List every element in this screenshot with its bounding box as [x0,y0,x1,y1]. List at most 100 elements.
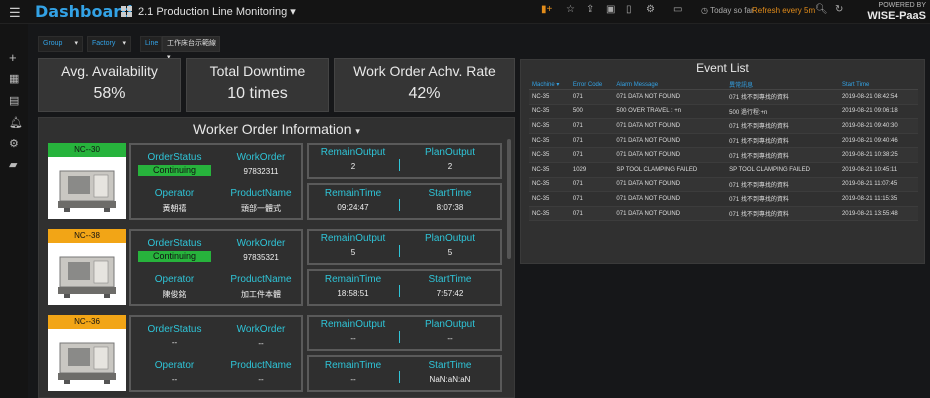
machine-card[interactable]: NC--36 [48,315,126,391]
sort-icon: ▾ [554,82,560,88]
table-cell: 071 [569,133,614,149]
table-row[interactable]: NC-35 071 071 DATA NOT FOUND 071 找不到專找的資料 20… [529,89,918,105]
divider [399,159,400,171]
work-order-value: -- [258,339,264,348]
group-filter[interactable]: Group ▾ [38,36,83,52]
bell-icon[interactable]: 🔔︎ [9,116,23,129]
table-row[interactable]: NC-35 071 071 DATA NOT FOUND 071 找不到專找的資料 20… [529,133,918,149]
divider [399,331,400,343]
start-time-label: StartTime [428,360,472,371]
line-filter-value: 工作床台示範線 [167,40,216,47]
table-cell: 071 DATA NOT FOUND [613,118,727,134]
remain-time-label: RemainTime [324,360,382,371]
table-cell: 2019-08-21 13:55:48 [838,206,918,222]
work-order-panel: Worker Order Information ▾ NC--30 OrderS… [38,117,515,398]
table-row[interactable]: NC-35 071 071 DATA NOT FOUND 071 找不到專找的資料 20… [529,118,918,134]
product-name-value: 頭部一體式 [241,204,281,213]
share-icon[interactable]: ⇪ [586,4,594,15]
time-box: RemainTime 09:24:47 StartTime 8:07:38 [307,183,502,220]
column-header[interactable]: Alarm Message [613,80,727,90]
dashboard-picker[interactable]: 2.1 Production Line Monitoring ▾ [138,5,296,18]
panel-title[interactable]: Worker Order Information ▾ [39,121,514,137]
output-box: RemainOutput 5 PlanOutput 5 [307,229,502,265]
event-list-title: Event List [696,61,749,75]
column-header[interactable]: Start Time [838,80,918,90]
table-cell: 2019-08-21 10:45:11 [838,162,918,178]
divider [399,371,400,383]
table-cell: 071 找不到專找的資料 [726,191,839,207]
table-cell: 1029 [569,162,614,178]
machine-card[interactable]: NC--38 [48,229,126,305]
save-icon[interactable]: ▣ [606,4,615,15]
table-cell: 071 [569,191,614,207]
sidebar: + ▦ ▤ 🔔︎ ⚙ ▰ [0,24,28,398]
scrollbar[interactable] [507,139,511,259]
menu-icon[interactable]: ☰ [9,5,21,21]
table-cell: NC-35 [529,162,570,178]
time-box: RemainTime 18:58:51 StartTime 7:57:42 [307,269,502,306]
add-panel-icon[interactable]: ▮+ [541,4,552,15]
mobile-icon[interactable]: ▯ [626,4,632,15]
apps-icon[interactable]: ▦ [9,72,19,85]
refresh-interval[interactable]: Refresh every 5m [752,6,815,15]
table-row[interactable]: NC-35 500 500 OVER TRAVEL : +n 500 過行程:+n 20… [529,104,918,120]
table-row[interactable]: NC-35 071 071 DATA NOT FOUND 071 找不到專找的資料 20… [529,177,918,193]
brand-name: WISE-PaaS [867,10,926,22]
start-time-label: StartTime [428,274,472,285]
factory-filter[interactable]: Factory ▾ [87,36,131,52]
machine-image [54,335,120,385]
chevron-down-icon: ▾ [74,40,78,47]
output-box: RemainOutput 2 PlanOutput 2 [307,143,502,179]
shield-icon[interactable]: ▰ [9,158,17,171]
table-cell: NC-35 [529,191,570,207]
column-header[interactable]: Error Code [569,80,614,90]
operator-label: Operator [154,188,195,199]
table-row[interactable]: NC-35 071 071 DATA NOT FOUND 071 找不到專找的資料 20… [529,147,918,163]
table-cell: 2019-08-21 11:15:35 [838,191,918,207]
start-time-value: 8:07:38 [436,203,464,212]
table-row[interactable]: NC-35 071 071 DATA NOT FOUND 071 找不到專找的資料 20… [529,191,918,207]
kpi-achievement-rate: Work Order Achv. Rate 42% [334,58,515,112]
table-row[interactable]: NC-35 071 071 DATA NOT FOUND 071 找不到專找的資料 20… [529,206,918,222]
product-name-label: ProductName [230,274,292,285]
event-table: Machine ▾ Error Code Alarm Message 異常訊息 Star… [529,80,918,222]
line-filter-select[interactable]: 工作床台示範線 ▾ [162,36,220,61]
table-cell: 2019-08-21 09:40:30 [838,118,918,134]
zoom-out-icon[interactable]: 🔍︎ [815,4,828,15]
output-box: RemainOutput -- PlanOutput -- [307,315,502,351]
table-row[interactable]: NC-35 1029 SP TOOL CLAMPING FAILED SP TOOL … [529,162,918,178]
remain-output-label: RemainOutput [320,319,386,330]
gear-icon[interactable]: ⚙ [646,4,655,15]
start-time-label: StartTime [428,188,472,199]
star-icon[interactable]: ☆ [566,4,575,15]
table-cell: 071 DATA NOT FOUND [613,177,727,193]
plan-output-value: 2 [447,162,453,171]
remain-time-value: 09:24:47 [337,203,369,212]
table-cell: 071 找不到專找的資料 [726,118,839,134]
table-cell: 071 [569,177,614,193]
top-bar: ☰ Dashboard 2.1 Production Line Monitori… [0,0,930,24]
table-cell: 071 [569,147,614,163]
table-cell: 2019-08-21 09:40:46 [838,133,918,149]
status-badge: Continuing [138,251,211,262]
refresh-icon[interactable]: ↻ [835,4,843,15]
playlist-icon[interactable]: ▤ [9,94,19,107]
machine-card[interactable]: NC--30 [48,143,126,219]
plan-output-label: PlanOutput [424,233,476,244]
work-order-label: WorkOrder [236,152,286,163]
plus-icon[interactable]: + [9,50,17,65]
time-range-picker[interactable]: ◷ Today so far [701,6,754,15]
chevron-down-icon: ▾ [290,6,296,18]
chevron-down-icon: ▾ [122,40,126,47]
table-cell: 2019-08-21 09:06:18 [838,104,918,120]
table-cell: NC-35 [529,133,570,149]
column-header[interactable]: 異常訊息 [726,80,839,90]
work-order-label: WorkOrder [236,238,286,249]
tv-icon[interactable]: ▭ [673,4,682,15]
remain-time-value: -- [350,375,356,384]
remain-time-label: RemainTime [324,188,382,199]
column-header[interactable]: Machine ▾ [529,80,570,90]
app-title[interactable]: Dashboard [35,2,133,21]
table-cell: 071 DATA NOT FOUND [613,206,727,222]
gear-icon[interactable]: ⚙ [9,137,19,150]
